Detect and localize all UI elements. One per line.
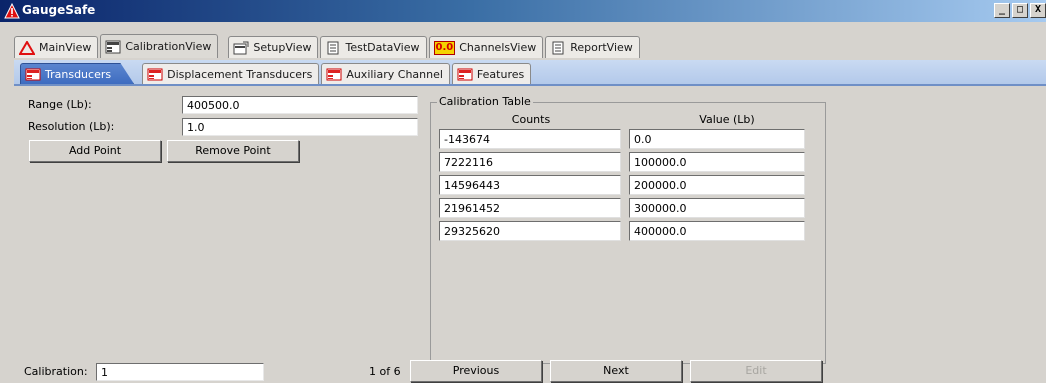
main-tab-strip: MainView CalibrationView SetupView TestD… (14, 34, 642, 58)
value-cell[interactable]: 200000.0 (629, 175, 805, 195)
next-button[interactable]: Next (550, 360, 682, 382)
edit-button[interactable]: Edit (690, 360, 822, 382)
transducer-icon (105, 40, 121, 54)
tab-label: MainView (39, 41, 92, 54)
value-column-header: Value (Lb) (699, 113, 755, 126)
tab-label: SetupView (253, 41, 312, 54)
value-cell[interactable]: 300000.0 (629, 198, 805, 218)
channels-icon: 0.0 (433, 40, 456, 55)
transducers-content: Range (Lb): 400500.0 Resolution (Lb): 1.… (14, 88, 1046, 383)
window-controls: _ □ X (992, 3, 1046, 19)
minimize-button[interactable]: _ (994, 3, 1010, 18)
counts-cell[interactable]: -143674 (439, 129, 621, 149)
calibration-panel: Transducers Displacement Transducers Aux… (14, 58, 1046, 383)
tab-calibrationview[interactable]: CalibrationView (100, 34, 219, 58)
counts-cell[interactable]: 21961452 (439, 198, 621, 218)
counts-cell[interactable]: 7222116 (439, 152, 621, 172)
transducer-icon (25, 68, 41, 81)
value-cell[interactable]: 100000.0 (629, 152, 805, 172)
add-point-button[interactable]: Add Point (29, 140, 161, 162)
tab-channelsview[interactable]: 0.0 ChannelsView (428, 36, 544, 58)
subtab-transducers[interactable]: Transducers (20, 63, 135, 84)
calibration-label: Calibration: (24, 365, 88, 378)
app-window: GaugeSafe _ □ X MainView CalibrationView… (0, 0, 1046, 383)
tab-mainview[interactable]: MainView (14, 36, 99, 58)
subtab-label: Features (476, 67, 525, 81)
channels-icon-text: 0.0 (433, 40, 456, 55)
calibration-table-title: Calibration Table (437, 95, 533, 108)
setup-icon (233, 41, 249, 55)
subtab-label: Transducers (45, 67, 112, 81)
previous-button[interactable]: Previous (410, 360, 542, 382)
subtab-label: Displacement Transducers (167, 67, 313, 81)
remove-point-button[interactable]: Remove Point (167, 140, 299, 162)
tab-testdataview[interactable]: TestDataView (320, 36, 427, 58)
window-title: GaugeSafe (22, 3, 96, 17)
title-bar[interactable]: GaugeSafe _ □ X (0, 0, 1046, 22)
document-icon (325, 41, 341, 55)
subtab-displacement-transducers[interactable]: Displacement Transducers (142, 63, 320, 84)
tab-setupview[interactable]: SetupView (228, 36, 319, 58)
transducer-icon (457, 68, 473, 81)
resolution-label: Resolution (Lb): (28, 120, 115, 133)
counts-cell[interactable]: 29325620 (439, 221, 621, 241)
subtab-strip: Transducers Displacement Transducers Aux… (20, 63, 533, 84)
subtab-label: Auxiliary Channel (346, 67, 443, 81)
close-button[interactable]: X (1030, 3, 1046, 18)
range-label: Range (Lb): (28, 98, 92, 111)
calibration-table-group: Calibration Table Counts Value (Lb) -143… (430, 95, 826, 364)
range-field[interactable]: 400500.0 (182, 96, 418, 114)
transducer-icon (326, 68, 342, 81)
maximize-button[interactable]: □ (1012, 3, 1028, 18)
warning-triangle-icon (4, 3, 20, 19)
counts-column-header: Counts (511, 113, 551, 126)
subtab-auxiliary-channel[interactable]: Auxiliary Channel (321, 63, 450, 84)
resolution-field[interactable]: 1.0 (182, 118, 418, 136)
tab-label: TestDataView (345, 41, 420, 54)
warning-triangle-icon (19, 40, 35, 55)
subtab-bar: Transducers Displacement Transducers Aux… (14, 60, 1046, 86)
tab-label: ChannelsView (459, 41, 537, 54)
value-cell[interactable]: 400000.0 (629, 221, 805, 241)
value-cell[interactable]: 0.0 (629, 129, 805, 149)
calibration-field[interactable]: 1 (96, 363, 264, 381)
tab-label: ReportView (570, 41, 633, 54)
page-indicator: 1 of 6 (369, 365, 401, 378)
tab-reportview[interactable]: ReportView (545, 36, 640, 58)
transducer-icon (147, 68, 163, 81)
counts-cell[interactable]: 14596443 (439, 175, 621, 195)
subtab-features[interactable]: Features (451, 63, 532, 84)
report-icon (550, 41, 566, 55)
tab-label: CalibrationView (125, 40, 212, 53)
